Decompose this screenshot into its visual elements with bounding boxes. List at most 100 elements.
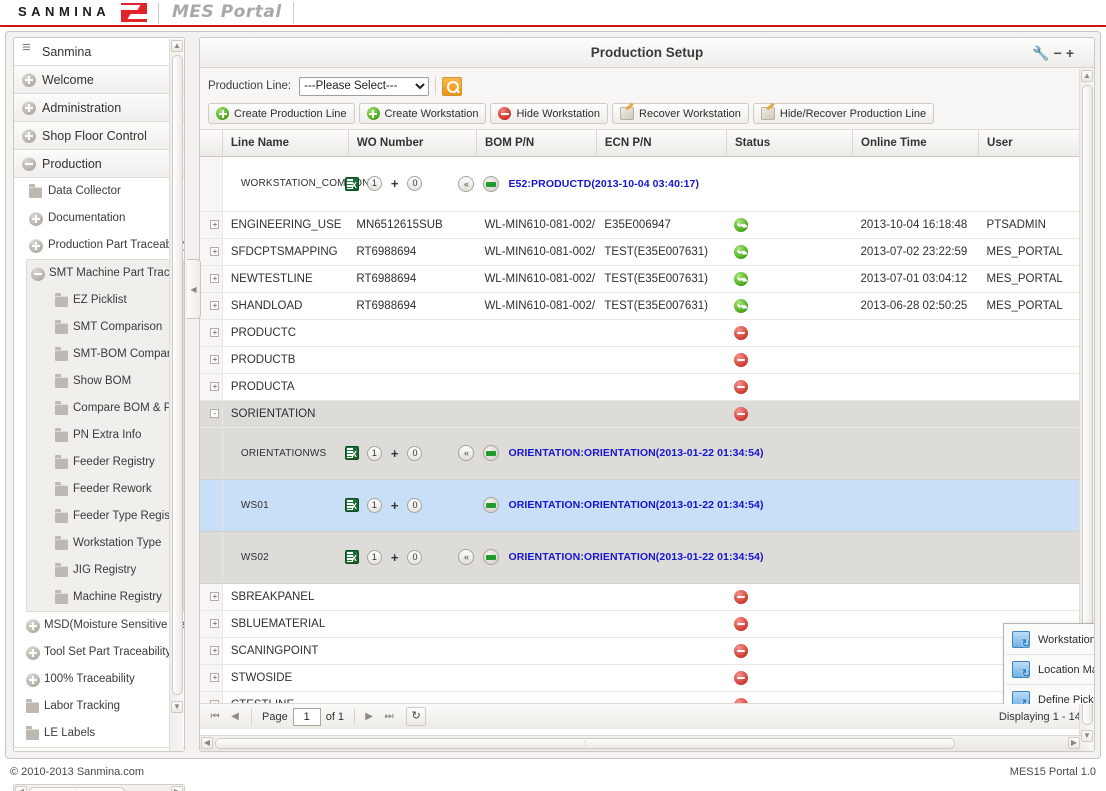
scroll-left-arrow-icon[interactable]: ◀ bbox=[15, 786, 27, 791]
expand-row-icon[interactable]: + bbox=[210, 354, 220, 364]
table-row-workstation-common[interactable]: WORKSTATION_COMMON 1 + 0 « E52:PRODUCTD(… bbox=[200, 156, 1094, 212]
workstation-link[interactable]: ORIENTATION:ORIENTATION(2013-01-22 01:34… bbox=[508, 447, 763, 459]
sidebar-item-documentation[interactable]: Documentation bbox=[14, 205, 184, 232]
online-status-icon[interactable] bbox=[483, 175, 500, 192]
table-row-workstation[interactable]: WS02 1 + 0 « ORIENTATION:ORIENTATION(201… bbox=[200, 531, 1094, 584]
create-production-line-button[interactable]: Create Production Line bbox=[208, 103, 355, 124]
collapse-row-icon[interactable]: - bbox=[210, 408, 220, 418]
sidebar-item-show-bom[interactable]: Show BOM bbox=[27, 368, 183, 395]
sidebar-vertical-scrollbar[interactable]: ▲ ▼ bbox=[169, 39, 183, 751]
production-line-select[interactable]: ---Please Select--- bbox=[299, 76, 430, 96]
table-row[interactable]: + PRODUCTB bbox=[200, 346, 1094, 374]
excel-export-icon[interactable] bbox=[344, 498, 359, 512]
sidebar-item-production[interactable]: Production bbox=[14, 150, 184, 178]
sidebar-item-feeder-rework[interactable]: Feeder Rework bbox=[27, 476, 183, 503]
sidebar-item-production-part-traceability[interactable]: Production Part Traceability bbox=[14, 232, 184, 259]
sidebar-item-welcome[interactable]: Welcome bbox=[14, 66, 184, 94]
scroll-down-arrow-icon[interactable]: ▼ bbox=[171, 701, 183, 713]
sidebar-scroll-thumb[interactable] bbox=[172, 55, 183, 695]
table-row[interactable]: + ENGINEERING_USE MN6512615SUB WL-MIN610… bbox=[200, 211, 1094, 239]
column-header-wo-number[interactable]: WO Number bbox=[348, 130, 477, 157]
sidebar-item-feeder-registry[interactable]: Feeder Registry bbox=[27, 449, 183, 476]
sidebar-item-labor-tracking[interactable]: Labor Tracking bbox=[14, 693, 184, 720]
expand-row-icon[interactable]: + bbox=[210, 645, 220, 655]
refresh-icon[interactable]: ↻ bbox=[406, 707, 427, 726]
sidebar-horizontal-scrollbar[interactable]: ◀ ⋮ ▶ bbox=[13, 784, 185, 791]
online-status-icon[interactable] bbox=[483, 549, 500, 565]
column-header-status[interactable]: Status bbox=[726, 130, 854, 157]
sidebar-item-tool-set-part-traceability[interactable]: Tool Set Part Traceability bbox=[14, 639, 184, 666]
sidebar-item-smt-machine-part-traceability[interactable]: SMT Machine Part Traceability bbox=[27, 260, 183, 287]
excel-export-icon[interactable] bbox=[344, 176, 359, 191]
hide-workstation-button[interactable]: Hide Workstation bbox=[490, 103, 609, 124]
main-horizontal-scrollbar[interactable]: ◀ ⋮ ▶ bbox=[200, 735, 1081, 751]
expand-row-icon[interactable]: + bbox=[210, 219, 220, 229]
table-row[interactable]: + SBLUEMATERIAL bbox=[200, 610, 1094, 638]
table-row[interactable]: + PRODUCTA bbox=[200, 373, 1094, 401]
online-status-icon[interactable] bbox=[483, 497, 500, 513]
context-menu-item-workstation-setup[interactable]: Workstation Setup bbox=[1005, 625, 1094, 655]
sidebar-item-machine-registry[interactable]: Machine Registry bbox=[27, 584, 183, 611]
sidebar-item-data-collector[interactable]: Data Collector bbox=[14, 178, 184, 205]
create-workstation-button[interactable]: Create Workstation bbox=[358, 103, 487, 124]
collapse-chevron-icon[interactable]: « bbox=[458, 175, 475, 192]
collapse-chevron-icon[interactable]: « bbox=[458, 549, 475, 565]
table-row[interactable]: + SBREAKPANEL bbox=[200, 583, 1094, 611]
recover-workstation-button[interactable]: Recover Workstation bbox=[612, 103, 749, 124]
scroll-up-arrow-icon[interactable]: ▲ bbox=[1081, 70, 1093, 82]
collapse-chevron-icon[interactable]: « bbox=[458, 445, 475, 461]
sidebar-item-shop-floor-control[interactable]: Shop Floor Control bbox=[14, 122, 184, 150]
sidebar-item-le-labels[interactable]: LE Labels bbox=[14, 720, 184, 747]
table-row[interactable]: + STWOSIDE bbox=[200, 664, 1094, 692]
excel-export-icon[interactable] bbox=[344, 550, 359, 564]
context-menu-item-define-picklist[interactable]: Define Picklist bbox=[1005, 685, 1094, 704]
last-page-button[interactable]: ⏭ bbox=[380, 708, 398, 726]
sidebar-item-msd[interactable]: MSD(Moisture Sensitive Device) bbox=[14, 612, 184, 639]
sidebar-item-pn-extra-info[interactable]: PN Extra Info bbox=[27, 422, 183, 449]
table-row-expanded-group[interactable]: - SORIENTATION bbox=[200, 400, 1094, 428]
prev-page-button[interactable]: ◀ bbox=[226, 708, 244, 726]
sidebar-item-smt-comparison[interactable]: SMT Comparison bbox=[27, 314, 183, 341]
expand-row-icon[interactable]: + bbox=[210, 246, 220, 256]
sidebar-collapse-handle[interactable]: ◀ bbox=[187, 259, 201, 319]
minimize-icon[interactable]: − bbox=[1054, 45, 1066, 61]
online-status-icon[interactable] bbox=[483, 445, 500, 461]
expand-row-icon[interactable]: + bbox=[210, 591, 220, 601]
scroll-left-arrow-icon[interactable]: ◀ bbox=[201, 737, 213, 749]
table-row[interactable]: + SFDCPTSMAPPING RT6988694 WL-MIN610-081… bbox=[200, 238, 1094, 266]
scroll-right-arrow-icon[interactable]: ▶ bbox=[171, 786, 183, 791]
column-header-online-time[interactable]: Online Time bbox=[852, 130, 980, 157]
sidebar-item-100-traceability[interactable]: 100% Traceability bbox=[14, 666, 184, 693]
context-menu-item-location-mapping[interactable]: Location Mapping bbox=[1005, 655, 1094, 685]
search-icon[interactable] bbox=[442, 76, 463, 96]
sidebar-item-workstation-type[interactable]: Workstation Type bbox=[27, 530, 183, 557]
table-row[interactable]: + PRODUCTC bbox=[200, 319, 1094, 347]
sidebar-item-smt-bom-comparision[interactable]: SMT-BOM Comparision bbox=[27, 341, 183, 368]
next-page-button[interactable]: ▶ bbox=[360, 708, 378, 726]
scroll-right-arrow-icon[interactable]: ▶ bbox=[1068, 737, 1080, 749]
column-header-bom-pn[interactable]: BOM P/N bbox=[476, 130, 597, 157]
table-row[interactable]: + SCANINGPOINT bbox=[200, 637, 1094, 665]
sidebar-item-jig-registry[interactable]: JIG Registry bbox=[27, 557, 183, 584]
page-number-input[interactable] bbox=[292, 707, 321, 726]
expand-row-icon[interactable]: + bbox=[210, 381, 220, 391]
sidebar-item-reporting[interactable]: Reporting bbox=[14, 747, 184, 751]
sidebar-item-ez-picklist[interactable]: EZ Picklist bbox=[27, 287, 183, 314]
expand-row-icon[interactable]: + bbox=[210, 327, 220, 337]
sidebar-hscroll-thumb[interactable]: ⋮ bbox=[29, 787, 125, 791]
table-row-workstation-selected[interactable]: WS01 1 + 0 ORIENTATION:ORIENTATION(2013-… bbox=[200, 479, 1094, 532]
excel-export-icon[interactable] bbox=[344, 446, 359, 460]
table-row[interactable]: + NEWTESTLINE RT6988694 WL-MIN610-081-00… bbox=[200, 265, 1094, 293]
column-header-ecn-pn[interactable]: ECN P/N bbox=[596, 130, 727, 157]
scroll-down-arrow-icon[interactable]: ▼ bbox=[1081, 730, 1093, 742]
expand-row-icon[interactable]: + bbox=[210, 672, 220, 682]
sidebar-item-administration[interactable]: Administration bbox=[14, 94, 184, 122]
expand-row-icon[interactable]: + bbox=[210, 300, 220, 310]
column-header-line-name[interactable]: Line Name bbox=[222, 130, 349, 157]
hide-recover-production-line-button[interactable]: Hide/Recover Production Line bbox=[752, 103, 935, 124]
workstation-link[interactable]: ORIENTATION:ORIENTATION(2013-01-22 01:34… bbox=[508, 499, 763, 511]
expand-row-icon[interactable]: + bbox=[210, 273, 220, 283]
main-hscroll-thumb[interactable]: ⋮ bbox=[215, 738, 955, 749]
expand-row-icon[interactable]: + bbox=[210, 618, 220, 628]
workstation-link[interactable]: ORIENTATION:ORIENTATION(2013-01-22 01:34… bbox=[508, 551, 763, 563]
